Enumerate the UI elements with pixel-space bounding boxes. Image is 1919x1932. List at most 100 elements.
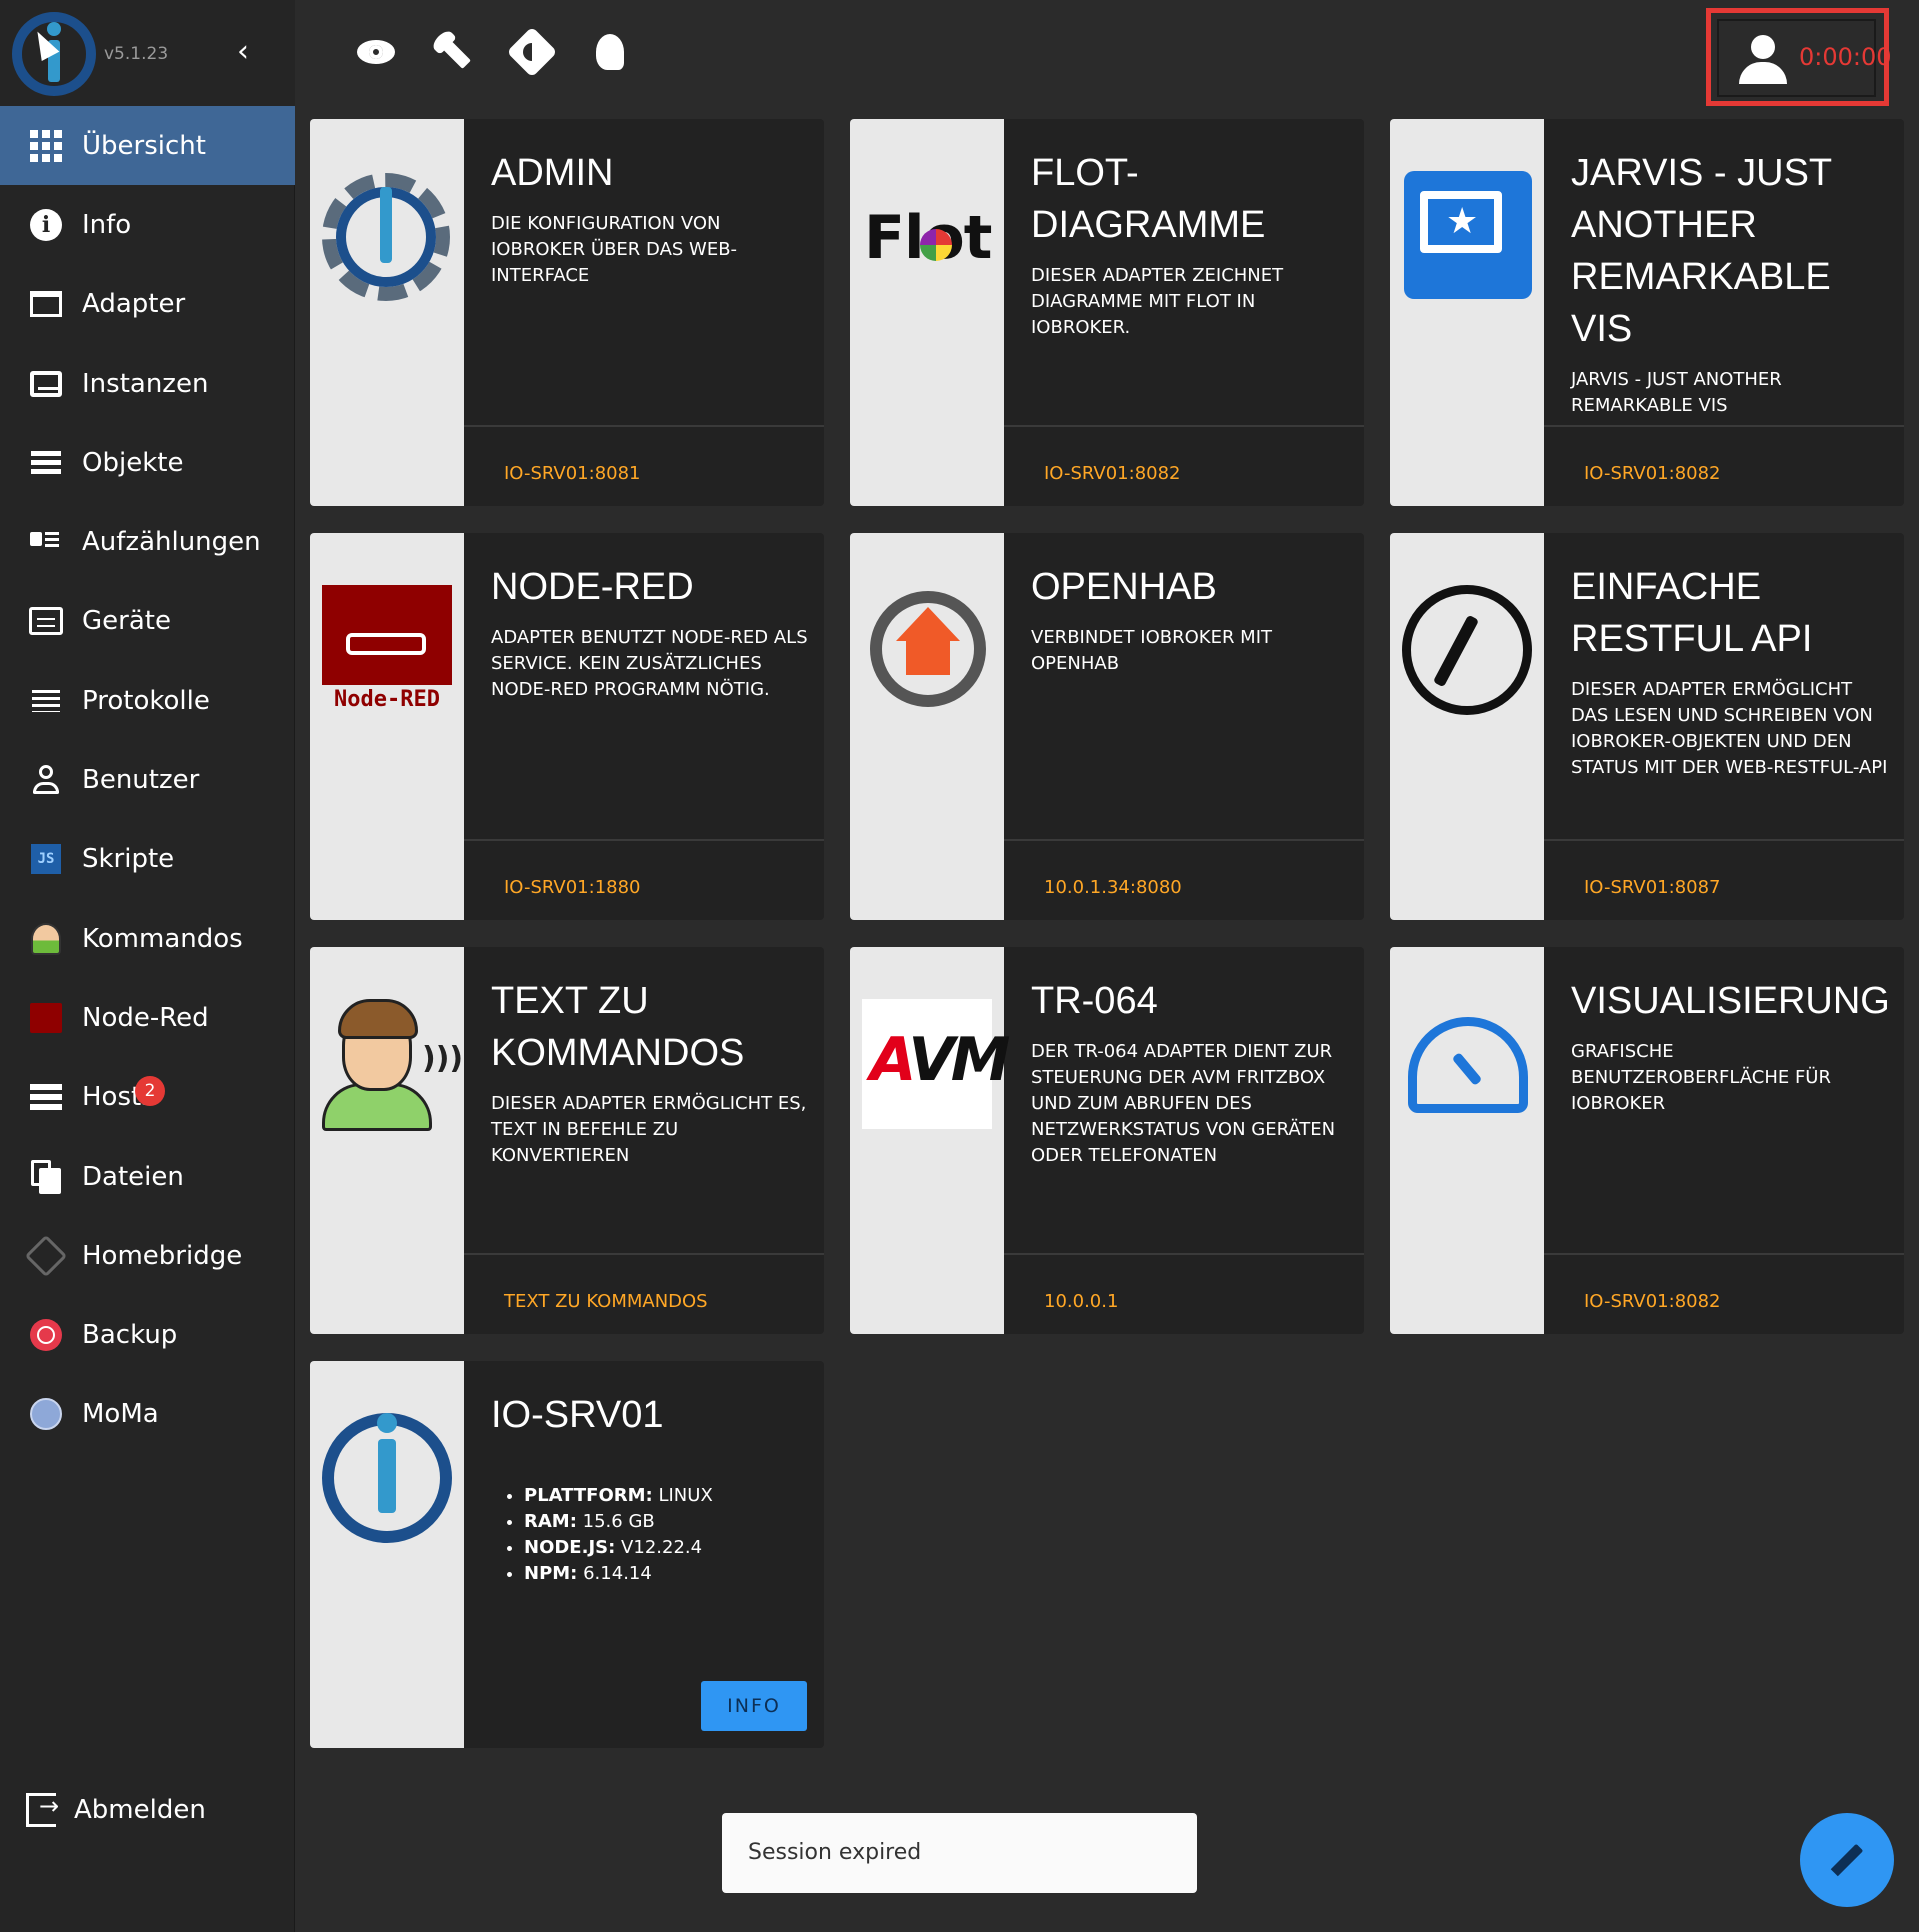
card-link[interactable]: IO-SRV01:8082 xyxy=(1584,1291,1721,1312)
card-divider xyxy=(1544,1253,1904,1255)
card-image xyxy=(310,1361,464,1748)
eye-icon[interactable] xyxy=(354,30,398,74)
card-link[interactable]: IO-SRV01:8087 xyxy=(1584,877,1721,898)
intro-card-jarvis[interactable]: ★ JARVIS - JUST ANOTHER REMARKABLE VIS J… xyxy=(1390,119,1904,506)
intro-card-admin[interactable]: ADMIN DIE KONFIGURATION VON IOBROKER ÜBE… xyxy=(310,119,824,506)
sidebar-item-skripte[interactable]: JS Skripte xyxy=(0,820,295,899)
session-expired-snackbar: Session expired xyxy=(722,1813,1197,1893)
sidebar-item-kommandos[interactable]: Kommandos xyxy=(0,899,295,978)
enums-icon xyxy=(28,524,64,560)
wrench-icon[interactable] xyxy=(432,30,476,74)
sidebar-item-node-red[interactable]: Node-Red xyxy=(0,978,295,1057)
sidebar-item-label: Aufzählungen xyxy=(82,527,261,558)
sidebar-item-hosts[interactable]: Hosts 2 xyxy=(0,1058,295,1137)
card-body: NODE-RED ADAPTER BENUTZT NODE-RED ALS SE… xyxy=(464,533,824,920)
expert-mode-icon[interactable] xyxy=(588,30,632,74)
card-link[interactable]: 10.0.0.1 xyxy=(1044,1291,1118,1312)
intro-card-tr064[interactable]: AVM TR-064 DER TR-064 ADAPTER DIENT ZUR … xyxy=(850,947,1364,1334)
top-toolbar xyxy=(296,0,1919,106)
card-body: TR-064 DER TR-064 ADAPTER DIENT ZUR STEU… xyxy=(1004,947,1364,1334)
info-value: V12.22.4 xyxy=(621,1537,703,1558)
card-title: IO-SRV01 xyxy=(491,1394,664,1436)
sidebar-item-backup[interactable]: Backup xyxy=(0,1295,295,1374)
intro-card-vis[interactable]: VISUALISIERUNG GRAFISCHE BENUTZEROBERFLÄ… xyxy=(1390,947,1904,1334)
card-image: ))) xyxy=(310,947,464,1334)
intro-card-flot[interactable]: Flot FLOT-DIAGRAMME DIESER ADAPTER ZEICH… xyxy=(850,119,1364,506)
sidebar-item-uebersicht[interactable]: Übersicht xyxy=(0,106,295,186)
sound-waves-icon: ))) xyxy=(422,1041,464,1076)
rest-api-logo xyxy=(1402,585,1532,715)
card-link[interactable]: IO-SRV01:8082 xyxy=(1584,463,1721,484)
sidebar-item-label: Adapter xyxy=(82,289,186,320)
sidebar-item-protokolle[interactable]: Protokolle xyxy=(0,661,295,740)
card-title: TR-064 xyxy=(1031,980,1158,1022)
sidebar-item-label: Kommandos xyxy=(82,923,243,954)
intro-card-openhab[interactable]: OPENHAB VERBINDET IOBROKER MIT OPENHAB 1… xyxy=(850,533,1364,920)
host-card: IO-SRV01 PLATTFORM: LINUX RAM: 15.6 GB N… xyxy=(310,1361,824,1748)
hosts-icon xyxy=(28,1079,64,1115)
logout-label: Abmelden xyxy=(74,1795,206,1825)
files-icon xyxy=(28,1159,64,1195)
logout-button[interactable]: Abmelden xyxy=(0,1770,295,1850)
info-value: 15.6 GB xyxy=(582,1511,655,1532)
sidebar-item-adapter[interactable]: Adapter xyxy=(0,265,295,344)
card-link[interactable]: TEXT ZU KOMMANDOS xyxy=(504,1291,708,1312)
sidebar-item-objekte[interactable]: Objekte xyxy=(0,423,295,502)
sidebar-item-aufzaehlungen[interactable]: Aufzählungen xyxy=(0,502,295,581)
card-link[interactable]: IO-SRV01:8081 xyxy=(504,463,641,484)
text2command-icon xyxy=(28,921,64,957)
node-red-logo-text: Node-RED xyxy=(322,685,452,715)
node-red-icon xyxy=(28,1000,64,1036)
sidebar: v5.1.23 ‹ Übersicht i Info Adapter Insta… xyxy=(0,0,295,1932)
intro-card-node-red[interactable]: Node-RED NODE-RED ADAPTER BENUTZT NODE-R… xyxy=(310,533,824,920)
sidebar-menu: Übersicht i Info Adapter Instanzen Objek… xyxy=(0,106,295,1454)
session-timer: 0:00:00 xyxy=(1799,43,1892,71)
sidebar-item-label: Backup xyxy=(82,1320,178,1351)
admin-i-icon xyxy=(380,187,392,263)
intro-card-text2command[interactable]: ))) TEXT ZU KOMMANDOS DIESER ADAPTER ERM… xyxy=(310,947,824,1334)
sidebar-item-benutzer[interactable]: Benutzer xyxy=(0,740,295,819)
card-description: DIESER ADAPTER ZEICHNET DIAGRAMME MIT FL… xyxy=(1031,265,1284,338)
card-image xyxy=(1390,947,1544,1334)
sidebar-item-dateien[interactable]: Dateien xyxy=(0,1137,295,1216)
card-image: AVM xyxy=(850,947,1011,1334)
sidebar-item-label: Übersicht xyxy=(82,130,206,161)
flot-pie-icon xyxy=(920,229,952,261)
card-divider xyxy=(1004,839,1364,841)
card-link[interactable]: 10.0.1.34:8080 xyxy=(1044,877,1182,898)
list-item: NODE.JS: V12.22.4 xyxy=(524,1535,713,1561)
card-description: DIESER ADAPTER ERMÖGLICHT DAS LESEN UND … xyxy=(1571,679,1888,778)
card-image xyxy=(850,533,1004,920)
apps-grid-icon xyxy=(28,128,64,164)
sidebar-item-info[interactable]: i Info xyxy=(0,185,295,264)
sidebar-item-label: Objekte xyxy=(82,447,184,478)
list-item: PLATTFORM: LINUX xyxy=(524,1483,713,1509)
list-item: RAM: 15.6 GB xyxy=(524,1509,713,1535)
edit-fab-button[interactable] xyxy=(1800,1813,1894,1907)
collapse-sidebar-button[interactable]: ‹ xyxy=(230,34,256,70)
host-info-button[interactable]: INFO xyxy=(701,1681,807,1731)
brightness-icon[interactable] xyxy=(506,26,558,78)
devices-icon xyxy=(28,603,64,639)
intro-card-rest-api[interactable]: EINFACHE RESTFUL API DIESER ADAPTER ERMÖ… xyxy=(1390,533,1904,920)
user-session-box[interactable]: 0:00:00 xyxy=(1706,8,1892,106)
sidebar-item-label: Benutzer xyxy=(82,765,200,796)
card-link[interactable]: IO-SRV01:8082 xyxy=(1044,463,1181,484)
user-session-inner: 0:00:00 xyxy=(1717,19,1892,97)
user-icon xyxy=(28,762,64,798)
card-divider xyxy=(1544,425,1904,427)
card-link[interactable]: IO-SRV01:1880 xyxy=(504,877,641,898)
card-divider xyxy=(1544,839,1904,841)
sidebar-item-moma[interactable]: MoMa xyxy=(0,1375,295,1454)
card-title: OPENHAB xyxy=(1031,566,1217,608)
card-description: DER TR-064 ADAPTER DIENT ZUR STEUERUNG D… xyxy=(1031,1041,1336,1166)
card-image: ★ xyxy=(1390,119,1544,506)
sidebar-item-homebridge[interactable]: Homebridge xyxy=(0,1216,295,1295)
card-image: Node-RED xyxy=(310,533,464,920)
card-body: FLOT-DIAGRAMME DIESER ADAPTER ZEICHNET D… xyxy=(1004,119,1364,506)
sidebar-item-geraete[interactable]: Geräte xyxy=(0,582,295,661)
avatar-icon xyxy=(1737,35,1789,87)
sidebar-item-instanzen[interactable]: Instanzen xyxy=(0,344,295,423)
sidebar-item-label: Info xyxy=(82,209,132,240)
info-value: LINUX xyxy=(658,1485,713,1506)
